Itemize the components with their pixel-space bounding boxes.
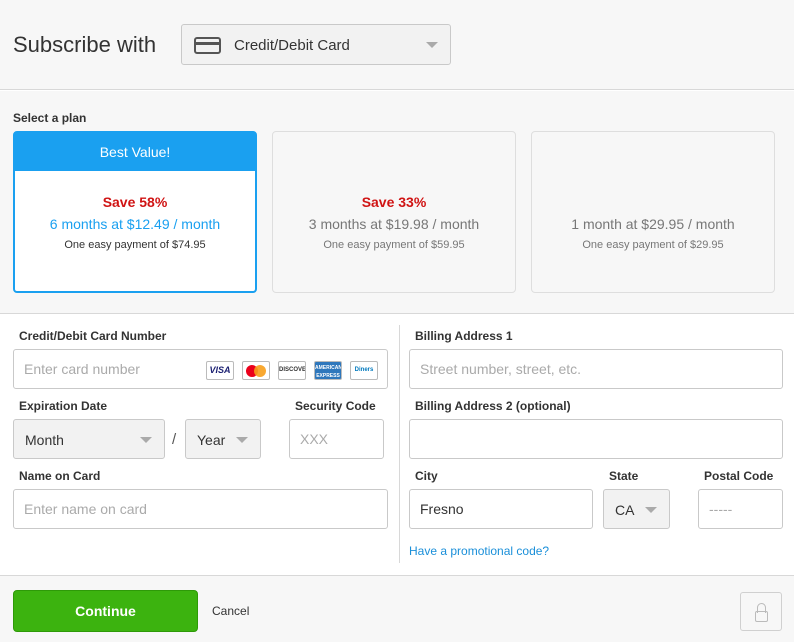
promo-code-link[interactable]: Have a promotional code? — [409, 544, 549, 558]
postal-code-input[interactable] — [698, 489, 783, 529]
month-value: Month — [25, 432, 64, 448]
plan-card-1-month[interactable]: 1 month at $29.95 / month One easy payme… — [531, 131, 775, 293]
postal-code-label: Postal Code — [704, 469, 774, 483]
billing-address-1-input[interactable] — [409, 349, 783, 389]
card-number-label: Credit/Debit Card Number — [19, 329, 167, 343]
name-on-card-label: Name on Card — [19, 469, 101, 483]
column-divider — [399, 325, 400, 563]
plans-label: Select a plan — [13, 111, 87, 125]
plan-savings: Save 58% — [102, 194, 168, 210]
security-code-label: Security Code — [295, 399, 376, 413]
best-value-banner: Best Value! — [15, 133, 255, 171]
continue-button[interactable]: Continue — [13, 590, 198, 632]
name-on-card-input[interactable] — [13, 489, 388, 529]
year-value: Year — [197, 432, 226, 448]
discover-icon: DISCOVER — [278, 361, 306, 380]
city-label: City — [415, 469, 438, 483]
diners-club-icon: Diners — [350, 361, 378, 380]
chevron-down-icon — [426, 42, 438, 48]
city-input[interactable] — [409, 489, 593, 529]
plan-payment: One easy payment of $74.95 — [64, 239, 206, 251]
billing-address-1-label: Billing Address 1 — [415, 329, 513, 343]
expiration-month-select[interactable]: Month — [13, 419, 165, 459]
amex-icon: AMERICAN EXPRESS — [314, 361, 342, 380]
plan-price: 1 month at $29.95 / month — [571, 216, 735, 232]
date-separator: / — [172, 431, 177, 448]
plan-payment: One easy payment of $59.95 — [323, 239, 465, 251]
payment-method-select[interactable]: Credit/Debit Card — [181, 24, 451, 65]
plan-price: 3 months at $19.98 / month — [308, 216, 480, 232]
state-select[interactable]: CA — [603, 489, 670, 529]
cancel-link[interactable]: Cancel — [212, 604, 249, 618]
payment-method-label: Credit/Debit Card — [234, 37, 350, 54]
plan-card-6-months[interactable]: Best Value! Save 58% 6 months at $12.49 … — [13, 131, 257, 293]
expiration-label: Expiration Date — [19, 399, 108, 413]
chevron-down-icon — [645, 507, 657, 513]
plan-price: 6 months at $12.49 / month — [49, 216, 221, 232]
billing-address-2-input[interactable] — [409, 419, 783, 459]
visa-icon: VISA — [206, 361, 234, 380]
mastercard-icon — [242, 361, 270, 380]
subscribe-header: Subscribe with Credit/Debit Card — [0, 0, 794, 90]
chevron-down-icon — [236, 437, 248, 443]
security-code-input[interactable] — [289, 419, 384, 459]
form-footer: Continue Cancel — [0, 575, 794, 642]
chevron-down-icon — [140, 437, 152, 443]
state-label: State — [609, 469, 639, 483]
state-value: CA — [615, 502, 635, 518]
credit-card-icon — [194, 37, 221, 54]
page-title: Subscribe with — [13, 32, 157, 57]
plans-section: Select a plan Best Value! Save 58% 6 mon… — [0, 91, 794, 314]
billing-address-2-label: Billing Address 2 (optional) — [415, 399, 571, 413]
expiration-year-select[interactable]: Year — [185, 419, 261, 459]
plan-savings: Save 33% — [361, 194, 427, 210]
plan-payment: One easy payment of $29.95 — [582, 239, 724, 251]
lock-icon — [740, 592, 782, 631]
plan-card-3-months[interactable]: Save 33% 3 months at $19.98 / month One … — [272, 131, 516, 293]
